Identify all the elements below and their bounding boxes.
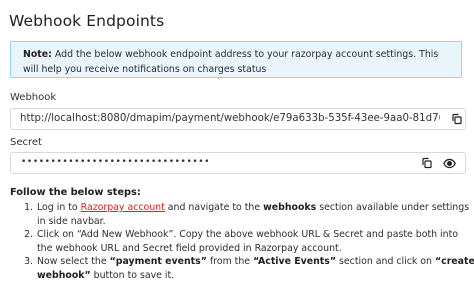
step-text: section and click on (336, 256, 435, 268)
steps-title: Follow the below steps: (10, 187, 141, 198)
note-text: Add the below webhook endpoint address t… (23, 49, 439, 75)
copy-icon[interactable] (450, 112, 464, 126)
step-text: and navigate to the (164, 202, 264, 213)
note-label: Note: (23, 49, 52, 60)
list-item: Click on “Add New Webhook”. Copy the abo… (36, 228, 474, 255)
razorpay-account-link[interactable]: Razorpay account (81, 202, 165, 213)
webhook-label: Webhook (10, 92, 57, 103)
list-item: Now select the “payment events” from the… (36, 255, 474, 282)
steps-list: Log in to Razorpay account and navigate … (22, 201, 474, 283)
page-title: Webhook Endpoints (9, 12, 165, 30)
secret-label: Secret (10, 137, 42, 148)
step-bold-text: webhooks (263, 202, 317, 213)
list-item: Log in to Razorpay account and navigate … (36, 201, 474, 228)
copy-icon[interactable] (420, 156, 434, 170)
step-text: Click on “Add New Webhook”. Copy the abo… (37, 229, 459, 254)
step-text: Log in to (37, 202, 81, 213)
step-text: from the (206, 256, 254, 268)
webhook-url-value[interactable]: http://localhost:8080/dmapim/payment/web… (20, 109, 440, 129)
step-text: Now select the (37, 256, 110, 268)
webhook-url-field[interactable]: http://localhost:8080/dmapim/payment/web… (10, 108, 466, 130)
step-text: button to save it. (90, 269, 175, 281)
note-box: Note: Add the below webhook endpoint add… (10, 41, 462, 78)
step-bold-text: “payment events” (109, 256, 207, 268)
secret-masked-value[interactable]: •••••••••••••••••••••••••••••••• (21, 153, 210, 173)
secret-field[interactable]: •••••••••••••••••••••••••••••••• (10, 152, 466, 174)
eye-icon[interactable] (442, 156, 456, 170)
step-bold-text: “Active Events” (253, 256, 337, 268)
